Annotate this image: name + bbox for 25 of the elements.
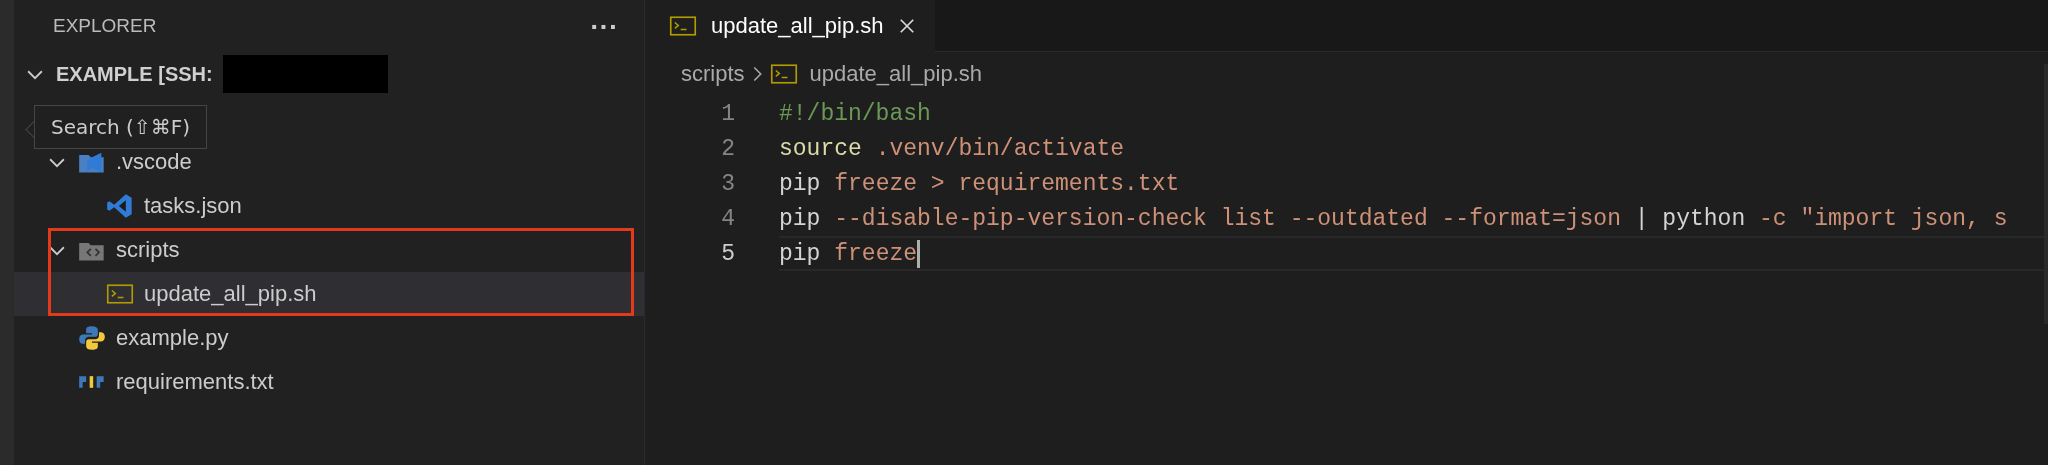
- breadcrumb-item[interactable]: update_all_pip.sh: [769, 60, 983, 88]
- workspace-header[interactable]: EXAMPLE [SSH:: [14, 52, 644, 96]
- search-tooltip: Search (⇧⌘F): [34, 105, 207, 149]
- tree-item[interactable]: scripts: [14, 228, 644, 272]
- breadcrumb-item[interactable]: scripts: [681, 61, 745, 87]
- tree-item[interactable]: update_all_pip.sh: [14, 272, 644, 316]
- code-line: pip freeze: [779, 236, 2048, 271]
- line-number: 2: [720, 135, 735, 162]
- line-number: 4: [720, 205, 735, 232]
- tree-item[interactable]: example.py: [14, 316, 644, 360]
- file-icon: [106, 192, 134, 220]
- tree-item[interactable]: tasks.json: [14, 184, 644, 228]
- code-line: #!/bin/bash: [779, 99, 932, 129]
- line-number: 1: [720, 100, 735, 127]
- editor-tab[interactable]: update_all_pip.sh: [645, 0, 936, 52]
- code-line: pip --disable-pip-version-check list --outdated --format=json | python -c "import json, s: [779, 204, 2009, 234]
- line-number: 3: [720, 170, 735, 197]
- tree-item[interactable]: requirements.txt: [14, 360, 644, 404]
- python-icon: [78, 324, 106, 352]
- code-line: source .venv/bin/activate: [779, 134, 1126, 164]
- explorer-title: EXPLORER: [53, 15, 157, 37]
- code-line: pip freeze > requirements.txt: [779, 169, 1181, 199]
- line-number: 5: [720, 240, 735, 267]
- more-actions-button[interactable]: ···: [583, 13, 624, 39]
- chevron-right-icon: [752, 66, 762, 82]
